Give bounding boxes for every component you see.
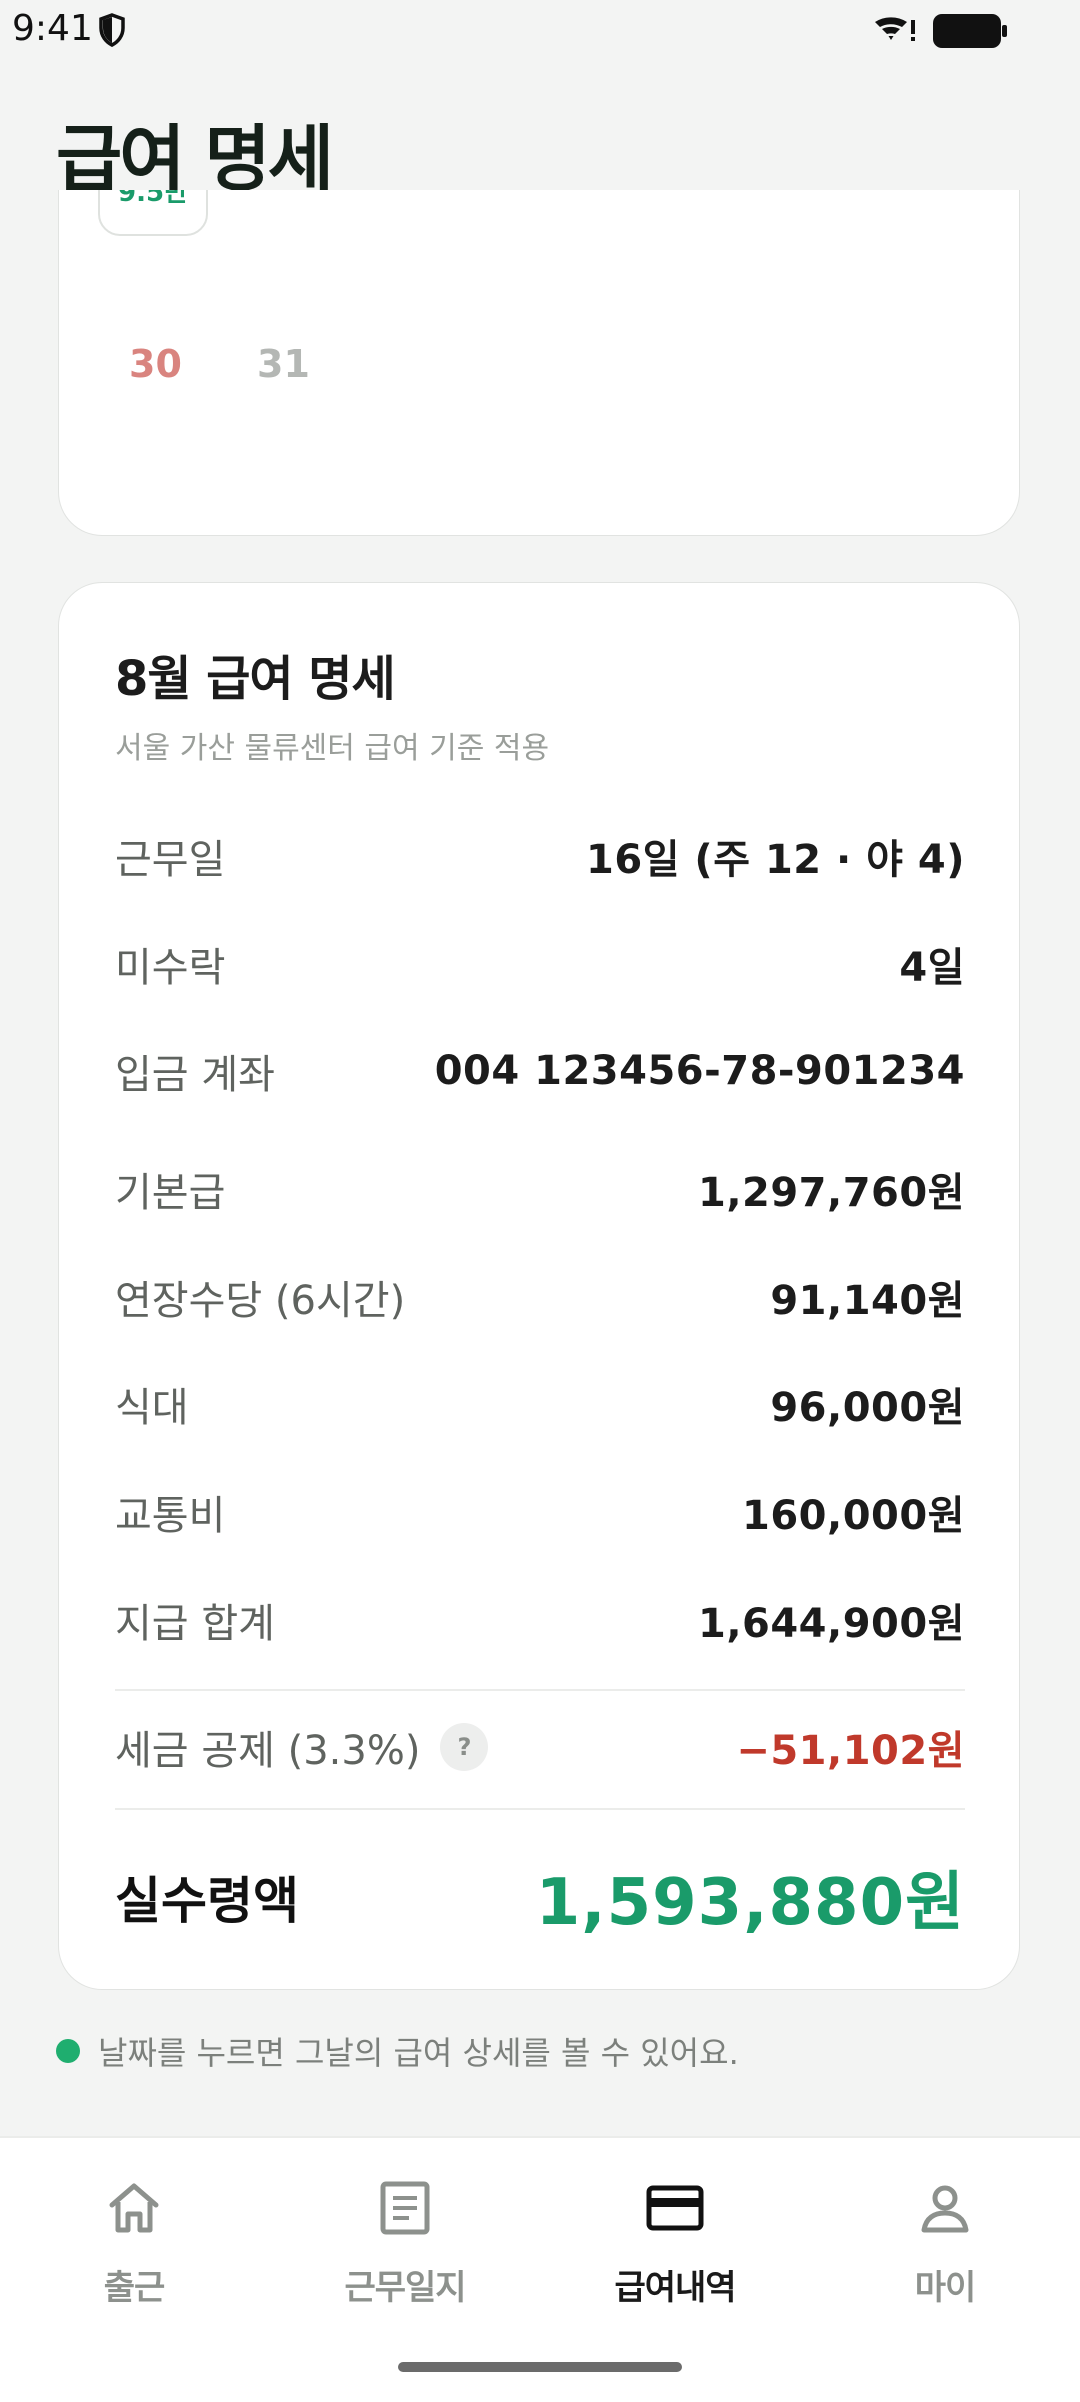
row-value: 160,000원: [742, 1493, 965, 1539]
row-tax-deduction: 세금 공제 (3.3%) ? −51,102원: [115, 1718, 965, 1776]
statement-subtitle: 서울 가산 물류센터 급여 기준 적용: [115, 731, 550, 766]
row-total-pay: 지급 합계 1,644,900원: [115, 1591, 965, 1649]
battery-icon: [933, 14, 1007, 48]
net-pay-value: 1,593,880원: [535, 1866, 965, 1940]
nav-item-pay-history[interactable]: 급여내역: [585, 2178, 765, 2309]
row-label: 기본급: [115, 1170, 226, 1216]
statement-title: 8월 급여 명세: [115, 651, 396, 707]
nav-label: 마이: [914, 2268, 977, 2308]
calendar-day-30[interactable]: 30: [129, 342, 182, 386]
row-transport-allowance: 교통비 160,000원: [115, 1483, 965, 1541]
document-icon: [380, 2181, 430, 2235]
row-base-pay: 기본급 1,297,760원: [115, 1160, 965, 1218]
row-value: 4일: [899, 945, 965, 991]
net-pay-label: 실수령액: [115, 1872, 299, 1930]
nav-label: 급여내역: [614, 2268, 736, 2308]
row-label: 식대: [115, 1385, 189, 1431]
nav-item-my[interactable]: 마이: [855, 2178, 1035, 2309]
row-label: 연장수당 (6시간): [115, 1278, 406, 1324]
hint-dot-icon: [56, 2039, 80, 2063]
row-label: 근무일: [115, 837, 226, 883]
calendar-day-chip[interactable]: 9.5만: [98, 190, 208, 236]
nav-item-work-log[interactable]: 근무일지: [315, 2178, 495, 2309]
tax-value: −51,102원: [736, 1728, 965, 1774]
nav-item-checkin[interactable]: 출근: [44, 2178, 224, 2309]
row-overtime-pay: 연장수당 (6시간) 91,140원: [115, 1268, 965, 1326]
nav-label: 근무일지: [344, 2268, 466, 2308]
hint: 날짜를 누르면 그날의 급여 상세를 볼 수 있어요.: [56, 2028, 739, 2074]
row-work-days: 근무일 16일 (주 12 · 야 4): [115, 827, 965, 885]
row-value: 16일 (주 12 · 야 4): [586, 837, 965, 883]
divider: [115, 1808, 965, 1810]
status-bar: 9:41: [0, 0, 1080, 62]
home-icon: [109, 2183, 159, 2233]
person-icon: [921, 2185, 969, 2233]
row-value: 91,140원: [770, 1278, 965, 1324]
pay-statement-card: 8월 급여 명세 서울 가산 물류센터 급여 기준 적용 근무일 16일 (주 …: [58, 582, 1020, 1990]
card-icon: [646, 2185, 704, 2231]
calendar-card: 9.5만 30 31: [58, 190, 1020, 536]
row-value: 1,644,900원: [697, 1601, 965, 1647]
row-value: 96,000원: [770, 1385, 965, 1431]
row-label: 세금 공제 (3.3%) ?: [115, 1718, 489, 1776]
row-label: 미수락: [115, 945, 226, 991]
row-unaccepted: 미수락 4일: [115, 935, 965, 993]
row-label: 교통비: [115, 1493, 226, 1539]
row-value: 004 123456-78-901234: [434, 1048, 965, 1094]
row-net-pay: 실수령액 1,593,880원: [115, 1851, 965, 1943]
row-label: 지급 합계: [115, 1601, 275, 1647]
shield-icon: [99, 13, 125, 47]
nav-label: 출근: [103, 2268, 166, 2308]
hint-text: 날짜를 누르면 그날의 급여 상세를 볼 수 있어요.: [98, 2034, 739, 2072]
row-deposit-account: 입금 계좌 004 123456-78-901234: [115, 1042, 965, 1100]
calendar-day-31[interactable]: 31: [257, 342, 310, 386]
row-label: 입금 계좌: [115, 1052, 275, 1098]
status-time: 9:41: [12, 8, 93, 49]
home-indicator[interactable]: [398, 2362, 682, 2372]
divider: [115, 1689, 965, 1691]
wifi-icon: [875, 17, 915, 41]
row-meal-allowance: 식대 96,000원: [115, 1375, 965, 1433]
help-icon[interactable]: ?: [440, 1723, 489, 1771]
row-value: 1,297,760원: [697, 1170, 965, 1216]
tax-label: 세금 공제 (3.3%): [115, 1728, 421, 1774]
calendar-chip-amount: 9.5만: [118, 190, 188, 208]
